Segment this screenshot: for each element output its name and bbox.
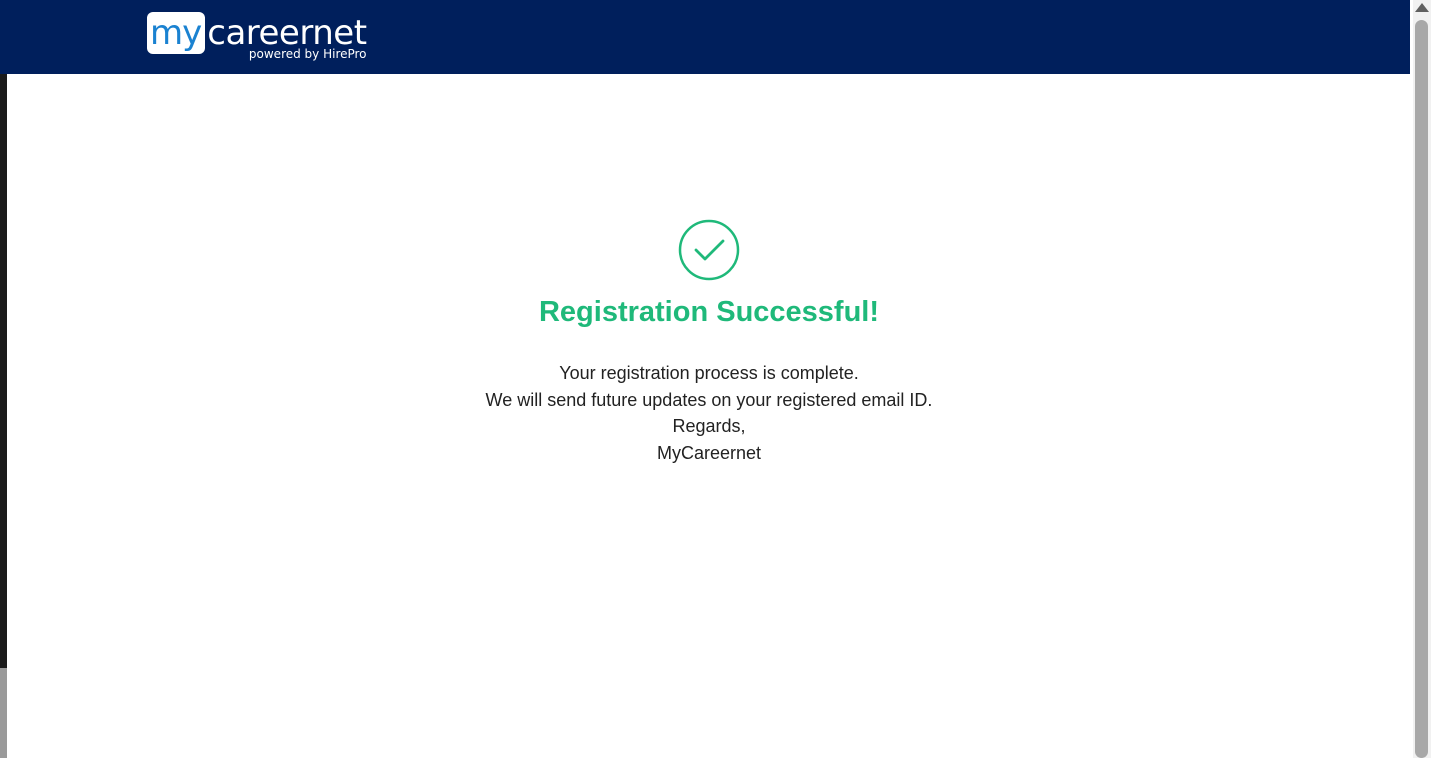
success-message: Your registration process is complete. W… [7,360,1411,466]
scrollbar-thumb[interactable] [1415,20,1428,758]
confirmation-panel: Registration Successful! Your registrati… [7,74,1410,758]
check-circle-icon [678,219,740,281]
header-bar: my careernet powered by HirePro [0,0,1410,74]
message-line: Your registration process is complete. [559,363,859,383]
scroll-up-arrow-icon[interactable] [1415,3,1429,12]
logo-my: my [147,12,206,54]
success-title: Registration Successful! [538,296,880,328]
message-line: We will send future updates on your regi… [485,389,933,410]
backdrop-left [0,0,7,758]
backdrop-strip-bottom [0,668,7,758]
message-line: MyCareernet [656,442,762,463]
page: my careernet powered by HirePro Registra… [0,0,1434,758]
message-line: Regards, [672,416,746,436]
logo-tagline: powered by HirePro [248,47,367,61]
vertical-scrollbar[interactable] [1410,0,1434,758]
mycareernet-logo[interactable]: my careernet powered by HirePro [147,12,367,62]
